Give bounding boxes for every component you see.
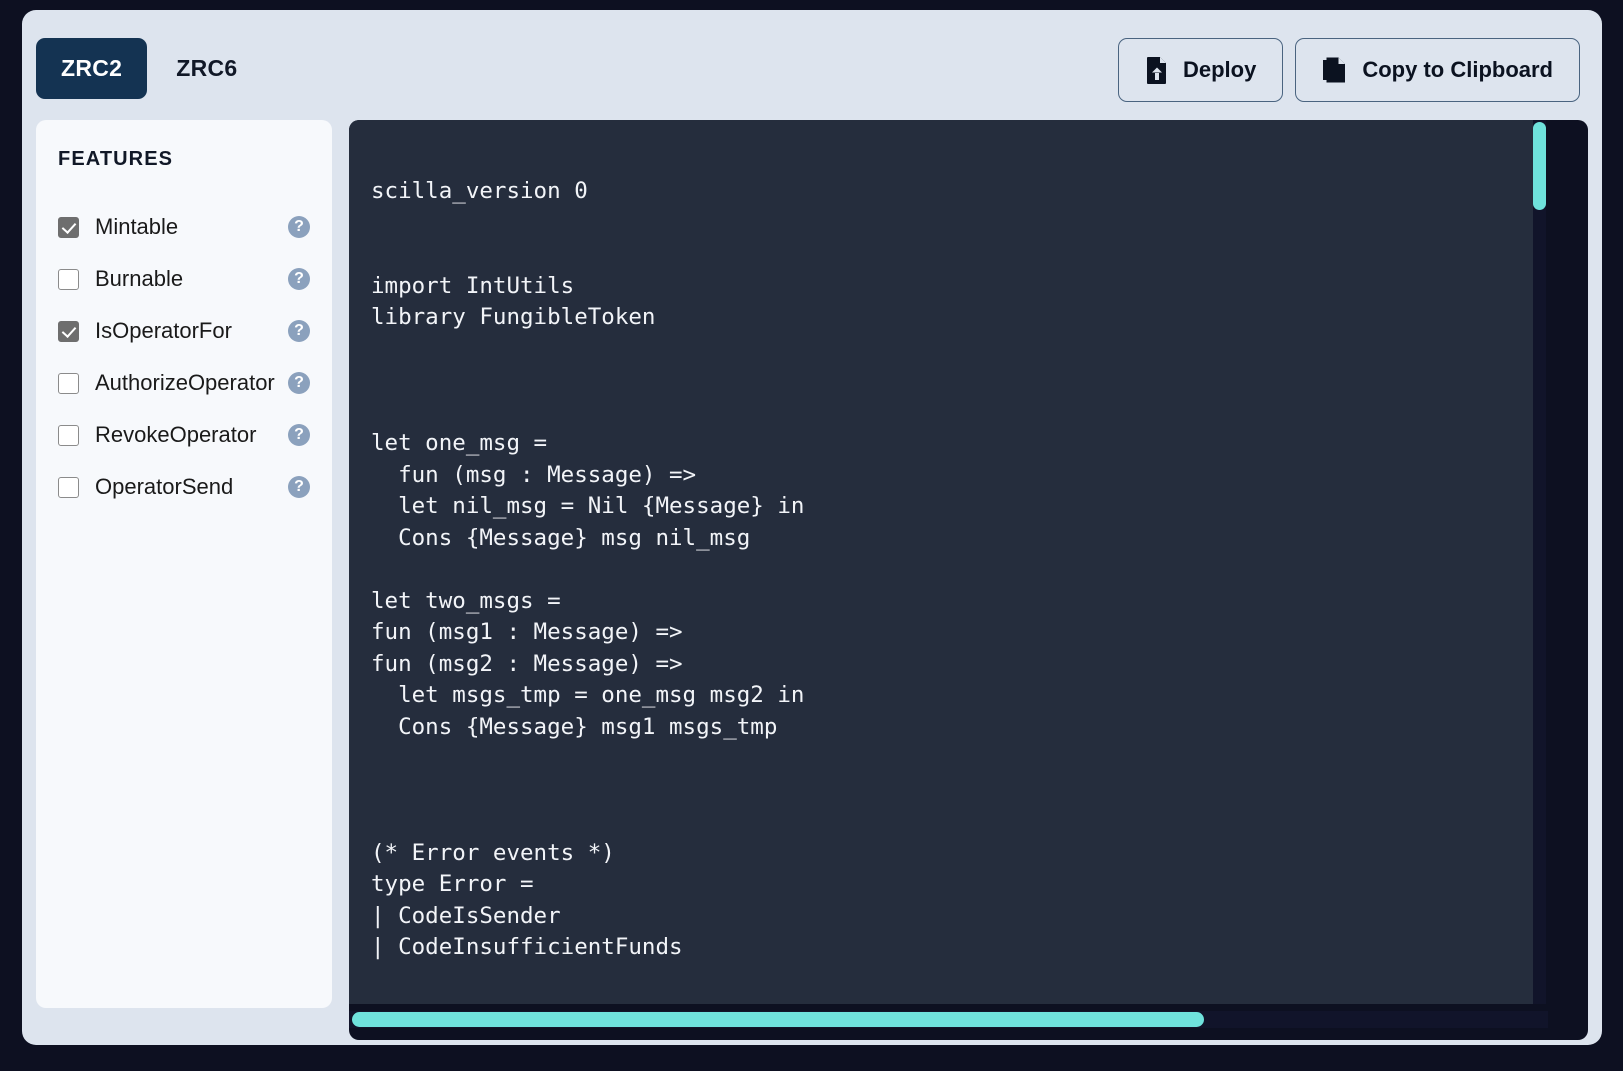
feature-label-operatorsend: OperatorSend (95, 474, 234, 499)
copy-to-clipboard-label: Copy to Clipboard (1362, 57, 1553, 82)
tab-zrc2[interactable]: ZRC2 (36, 38, 148, 99)
feature-label-burnable: Burnable (95, 266, 184, 291)
top-bar: ZRC2 ZRC6 Deploy Copy to Clipboard (22, 10, 1602, 122)
tab-zrc2-label: ZRC2 (61, 55, 123, 81)
copy-to-clipboard-button[interactable]: Copy to Clipboard (1295, 38, 1580, 102)
feature-label-mintable: Mintable (95, 214, 179, 239)
checkbox-authorizeoperator[interactable] (58, 372, 79, 394)
help-icon-authorizeoperator[interactable]: ? (288, 372, 310, 394)
editor-horizontal-scrollbar-thumb[interactable] (352, 1012, 1204, 1027)
tab-zrc6[interactable]: ZRC6 (151, 38, 262, 99)
help-icon-operatorsend[interactable]: ? (288, 476, 310, 498)
editor-vertical-scrollbar[interactable] (1533, 120, 1546, 1004)
features-title: FEATURES (58, 148, 174, 170)
editor-vertical-scrollbar-thumb[interactable] (1533, 122, 1546, 210)
feature-label-revokeoperator: RevokeOperator (95, 422, 257, 447)
checkbox-burnable[interactable] (58, 268, 79, 290)
checkbox-mintable[interactable] (58, 216, 79, 238)
tab-zrc6-label: ZRC6 (176, 55, 238, 81)
toolbar-actions: Deploy Copy to Clipboard (1117, 38, 1580, 102)
features-panel: FEATURES Mintable ? Burnable ? IsOperato… (36, 120, 332, 1008)
feature-row-revokeoperator[interactable]: RevokeOperator ? (58, 409, 310, 461)
help-icon-burnable[interactable]: ? (288, 268, 310, 290)
checkbox-isoperatorfor[interactable] (58, 320, 79, 342)
standard-tabs: ZRC2 ZRC6 (36, 38, 263, 99)
feature-label-isoperatorfor: IsOperatorFor (95, 318, 232, 343)
feature-row-isoperatorfor[interactable]: IsOperatorFor ? (58, 305, 310, 357)
help-icon-isoperatorfor[interactable]: ? (288, 320, 310, 342)
file-upload-icon (1145, 56, 1169, 84)
help-icon-mintable[interactable]: ? (288, 216, 310, 238)
feature-row-burnable[interactable]: Burnable ? (58, 253, 310, 305)
feature-row-authorizeoperator[interactable]: AuthorizeOperator ? (58, 357, 310, 409)
contract-source-code[interactable]: scilla_version 0 import IntUtils library… (371, 176, 804, 964)
feature-label-authorizeoperator: AuthorizeOperator (95, 370, 275, 395)
code-editor-region: scilla_version 0 import IntUtils library… (349, 120, 1588, 1040)
help-icon-revokeoperator[interactable]: ? (288, 424, 310, 446)
code-editor[interactable]: scilla_version 0 import IntUtils library… (349, 120, 1533, 1004)
copy-icon (1322, 56, 1348, 84)
checkbox-operatorsend[interactable] (58, 476, 79, 498)
feature-row-operatorsend[interactable]: OperatorSend ? (58, 461, 310, 513)
deploy-button[interactable]: Deploy (1117, 38, 1284, 102)
checkbox-revokeoperator[interactable] (58, 424, 79, 446)
app-card: ZRC2 ZRC6 Deploy Copy to Clipboard FEATU… (22, 10, 1602, 1045)
deploy-button-label: Deploy (1182, 57, 1257, 82)
feature-row-mintable[interactable]: Mintable ? (58, 201, 310, 253)
editor-horizontal-scrollbar[interactable] (349, 1011, 1548, 1028)
